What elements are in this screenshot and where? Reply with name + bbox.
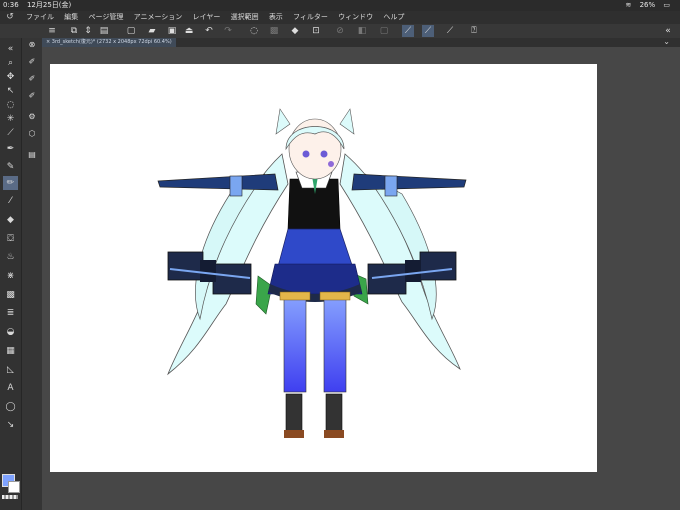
figure-icon[interactable]: ≣ [3, 306, 18, 320]
transparent-color-swatch[interactable] [2, 495, 18, 499]
battery-icon: ▭ [663, 1, 670, 9]
clear-icon[interactable]: ▩ [268, 25, 280, 37]
correction-icon[interactable]: ↘ [3, 418, 18, 432]
flip-icon[interactable]: ◧ [356, 25, 368, 37]
menu-layer[interactable]: レイヤー [193, 13, 221, 21]
close-palette-icon[interactable]: « [3, 42, 18, 56]
pen-icon[interactable]: ✒ [3, 142, 18, 156]
menu-view[interactable]: 表示 [269, 13, 283, 21]
magic-wand-icon[interactable]: ✳ [3, 112, 18, 126]
pencil-icon[interactable]: ✏ [3, 176, 18, 190]
balloon-icon[interactable]: ◯ [3, 400, 18, 414]
fill-tool-icon[interactable]: ◒ [3, 325, 18, 339]
text-icon[interactable]: A [3, 381, 18, 395]
menu-file[interactable]: ファイル [26, 13, 54, 21]
chevron-down-icon[interactable]: ⌄ [663, 37, 670, 46]
menu-filter[interactable]: フィルター [293, 13, 328, 21]
redo-icon[interactable]: ↷ [222, 25, 234, 37]
hamburger-menu-icon[interactable]: ≡ [46, 25, 58, 37]
menu-help[interactable]: ヘルプ [383, 13, 404, 21]
gradient-icon[interactable]: ▩ [3, 288, 18, 302]
subtool-material-icon[interactable]: ▤ [25, 148, 39, 161]
lasso-icon[interactable]: ◌ [3, 98, 18, 112]
menu-edit[interactable]: 編集 [64, 13, 78, 21]
character-illustration [157, 108, 467, 438]
drawing-canvas[interactable] [50, 64, 597, 472]
zoom-icon[interactable]: ⌕ [3, 56, 18, 70]
tool-palette: « ⌕ ✥ ↖ ◌ ✳ ⟋ ✒ ✎ ✏ ⁄ ◆ ⛋ ♨ ⋇ ▩ ≣ ◒ ▦ ◺ … [0, 38, 22, 510]
sub-tool-palette: ⊗ ✐ ✐ ✐ ⚙ ⬡ ▤ [22, 38, 42, 510]
operation-icon[interactable]: ↖ [3, 84, 18, 98]
status-time: 0:36 [3, 1, 19, 9]
ruler-icon[interactable]: ⟋ [444, 25, 456, 37]
transform-icon[interactable]: ⊡ [310, 25, 322, 37]
snap-ruler-icon[interactable]: ⟋ [402, 25, 414, 37]
subtool-pencil-3-icon[interactable]: ✐ [25, 89, 39, 102]
eyedropper-icon[interactable]: ⟋ [3, 126, 18, 140]
collapse-arrow-icon[interactable]: « [662, 25, 674, 37]
menu-page[interactable]: ページ管理 [88, 13, 123, 21]
background-color-swatch[interactable] [8, 481, 20, 493]
document-tab[interactable]: × 3rd_sketch(復元)* (2732 x 2048px 72dpi 6… [42, 38, 176, 47]
open-file-icon[interactable]: ▰ [146, 25, 158, 37]
fill-bucket-icon[interactable]: ⛋ [3, 232, 18, 246]
color-well[interactable] [2, 474, 20, 494]
status-date: 12月25日(金) [26, 1, 72, 9]
undo-icon[interactable]: ↶ [203, 25, 215, 37]
ios-status-bar: 0:36 12月25日(金) ≋ 26% ▭ [0, 0, 680, 11]
snap-off-icon[interactable]: ⊘ [334, 25, 346, 37]
move-icon[interactable]: ✥ [3, 70, 18, 84]
export-icon[interactable]: ⏏ [183, 25, 195, 37]
eraser-icon[interactable]: ◆ [3, 213, 18, 227]
airbrush-icon[interactable]: ⁄ [3, 194, 18, 208]
menu-animation[interactable]: アニメーション [134, 13, 183, 21]
close-subtool-icon[interactable]: ⊗ [25, 38, 39, 51]
subtool-pencil-2-icon[interactable]: ✐ [25, 72, 39, 85]
subtool-settings-icon[interactable]: ⚙ [25, 110, 39, 123]
lasso-select-icon[interactable]: ◌ [248, 25, 260, 37]
stepper-icon[interactable]: ⇕ [82, 25, 94, 37]
document-tab-title: 3rd_sketch(復元)* (2732 x 2048px 72dpi 60.… [51, 39, 172, 45]
battery-level: 26% [639, 1, 656, 9]
decoration-icon[interactable]: ⋇ [3, 269, 18, 283]
layer-icon[interactable]: ▤ [98, 25, 110, 37]
layer-settings-icon[interactable]: ⧉ [68, 25, 80, 37]
blend-icon[interactable]: ♨ [3, 250, 18, 264]
wifi-icon: ≋ [625, 1, 632, 9]
subtool-pencil-1-icon[interactable]: ✐ [25, 55, 39, 68]
menu-selection[interactable]: 選択範囲 [231, 13, 259, 21]
brush-icon[interactable]: ✎ [3, 160, 18, 174]
new-file-icon[interactable]: ▢ [125, 25, 137, 37]
document-tab-bar: × 3rd_sketch(復元)* (2732 x 2048px 72dpi 6… [42, 37, 680, 47]
fill-icon[interactable]: ◆ [289, 25, 301, 37]
command-bar: ≡ ⧉ ⇕ ▤ ▢ ▰ ▣ ⏏ ↶ ↷ ◌ ▩ ◆ ⊡ ⊘ ◧ ▢ ⟋ ⟋ ⟋ … [0, 24, 680, 39]
rotate-icon[interactable]: ▢ [378, 25, 390, 37]
menu-window[interactable]: ウィンドウ [338, 13, 373, 21]
quick-access-icon[interactable]: ⍰ [468, 25, 480, 37]
subtool-layer-icon[interactable]: ⬡ [25, 127, 39, 140]
clip-studio-logo-icon[interactable]: ↺ [4, 12, 16, 23]
frame-icon[interactable]: ▦ [3, 344, 18, 358]
ruler-tool-icon[interactable]: ◺ [3, 363, 18, 377]
snap-curve-icon[interactable]: ⟋ [422, 25, 434, 37]
save-icon[interactable]: ▣ [166, 25, 178, 37]
menu-bar: ↺ ファイル 編集 ページ管理 アニメーション レイヤー 選択範囲 表示 フィル… [0, 11, 680, 24]
